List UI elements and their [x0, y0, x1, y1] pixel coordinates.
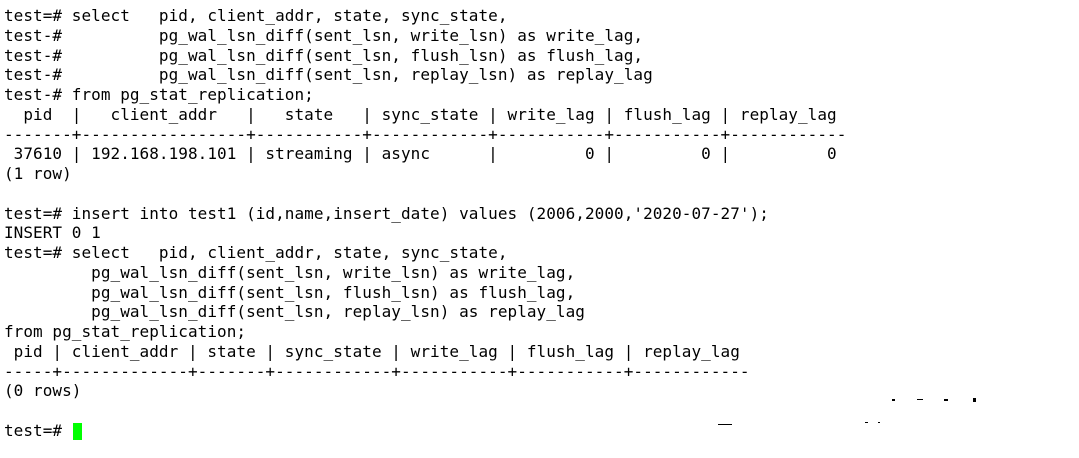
terminal-line: test-# pg_wal_lsn_diff(sent_lsn, write_l… — [4, 25, 644, 45]
terminal-line: test-# pg_wal_lsn_diff(sent_lsn, flush_l… — [4, 45, 644, 65]
screen-speck — [973, 398, 976, 402]
terminal-line: test=# select pid, client_addr, state, s… — [4, 6, 508, 25]
screen-speck — [917, 399, 923, 400]
terminal-line: pg_wal_lsn_diff(sent_lsn, replay_lsn) as… — [4, 302, 585, 322]
terminal-line: from pg_stat_replication; — [4, 322, 247, 341]
screen-speck — [865, 422, 868, 423]
terminal-output: test=# select pid, client_addr, state, s… — [4, 6, 846, 441]
row-count: (0 rows) — [4, 381, 82, 401]
terminal-window[interactable]: test=# select pid, client_addr, state, s… — [0, 0, 1079, 458]
result-separator-row: -------+-----------------+-----------+--… — [4, 124, 847, 144]
terminal-line: test-# from pg_stat_replication; — [4, 85, 314, 104]
screen-speck — [944, 399, 948, 401]
cursor-block — [72, 423, 82, 441]
screen-speck — [892, 399, 895, 401]
command-result: INSERT 0 1 — [4, 223, 101, 243]
result-header-row: pid | client_addr | state | sync_state |… — [4, 104, 837, 124]
screen-speck — [718, 424, 732, 425]
result-data-row: 37610 | 192.168.198.101 | streaming | as… — [4, 144, 837, 164]
result-header-row: pid | client_addr | state | sync_state |… — [4, 341, 740, 361]
terminal-line: test=# select pid, client_addr, state, s… — [4, 243, 508, 262]
terminal-line: test-# pg_wal_lsn_diff(sent_lsn, replay_… — [4, 65, 653, 85]
row-count: (1 row) — [4, 164, 72, 183]
result-separator-row: -----+-------------+-------+------------… — [4, 361, 750, 381]
screen-speck — [878, 422, 880, 423]
terminal-line: pg_wal_lsn_diff(sent_lsn, write_lsn) as … — [4, 262, 576, 282]
terminal-line: test=# insert into test1 (id,name,insert… — [4, 203, 769, 223]
terminal-line: pg_wal_lsn_diff(sent_lsn, flush_lsn) as … — [4, 282, 576, 302]
prompt-text: test=# — [4, 420, 72, 440]
